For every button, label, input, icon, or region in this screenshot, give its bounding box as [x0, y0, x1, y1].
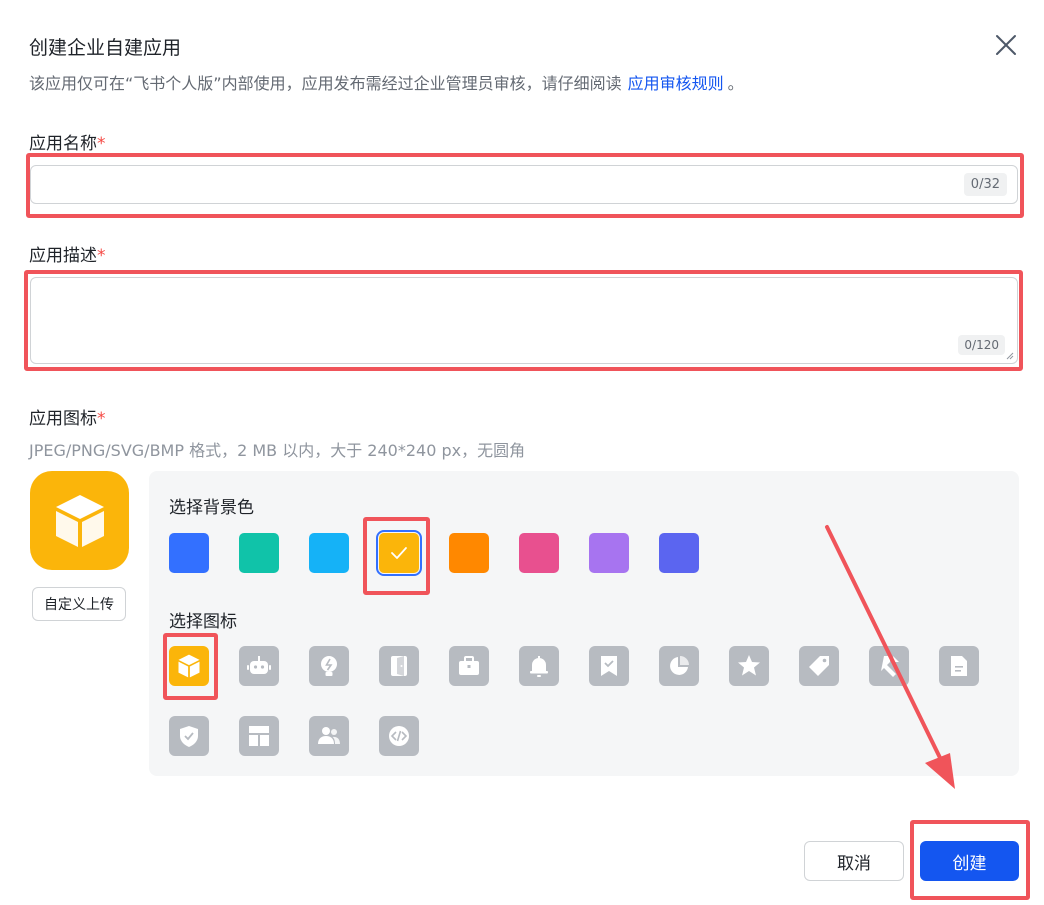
document-icon	[951, 656, 967, 676]
bulb-icon	[321, 656, 337, 676]
required-mark: *	[97, 134, 106, 154]
subtitle-text: 该应用仅可在“飞书个人版”内部使用，应用发布需经过企业管理员审核，请仔细阅读	[29, 74, 622, 93]
icon-option-cube[interactable]	[169, 646, 209, 686]
icon-option-bell[interactable]	[519, 646, 559, 686]
cube-icon	[178, 654, 200, 678]
icon-option-layout[interactable]	[239, 716, 279, 756]
icon-option-pie-chart[interactable]	[659, 646, 699, 686]
color-swatch-indigo[interactable]	[659, 533, 699, 573]
custom-upload-button[interactable]: 自定义上传	[32, 587, 126, 621]
icon-picker-panel	[149, 471, 1019, 776]
icon-option-bookmark-check[interactable]	[589, 646, 629, 686]
resize-handle-icon[interactable]	[1006, 352, 1014, 360]
app-icon-label-text: 应用图标	[29, 409, 97, 429]
color-swatch-purple[interactable]	[589, 533, 629, 573]
app-name-counter: 0/32	[963, 173, 1007, 196]
icon-option-users[interactable]	[309, 716, 349, 756]
color-swatch-orange[interactable]	[449, 533, 489, 573]
required-mark: *	[97, 409, 106, 429]
cancel-button[interactable]: 取消	[804, 841, 904, 881]
dialog-subtitle: 该应用仅可在“飞书个人版”内部使用，应用发布需经过企业管理员审核，请仔细阅读 应用…	[29, 70, 744, 94]
color-swatch-blue[interactable]	[169, 533, 209, 573]
code-icon	[389, 726, 409, 746]
bg-color-section-label: 选择背景色	[169, 498, 254, 518]
color-swatch-sky[interactable]	[309, 533, 349, 573]
door-icon	[391, 656, 407, 676]
dialog-title: 创建企业自建应用	[29, 37, 182, 59]
icon-option-code[interactable]	[379, 716, 419, 756]
shield-check-icon	[180, 726, 198, 747]
star-badge-icon	[738, 655, 760, 676]
icon-option-tool[interactable]	[869, 646, 909, 686]
tool-icon	[881, 656, 899, 677]
required-mark: *	[97, 246, 106, 266]
create-button[interactable]: 创建	[920, 841, 1019, 881]
check-icon	[391, 547, 407, 559]
icon-section-label: 选择图标	[169, 612, 237, 632]
icon-option-tag[interactable]	[799, 646, 839, 686]
app-desc-textarea[interactable]: 0/120	[30, 277, 1018, 364]
icon-option-bulb[interactable]	[309, 646, 349, 686]
close-icon[interactable]	[993, 32, 1019, 58]
app-icon-label: 应用图标*	[29, 404, 106, 429]
icon-option-robot[interactable]	[239, 646, 279, 686]
icon-preview	[30, 471, 129, 570]
layout-icon	[249, 726, 269, 746]
icon-option-briefcase[interactable]	[449, 646, 489, 686]
color-swatch-teal[interactable]	[239, 533, 279, 573]
subtitle-tail: 。	[727, 74, 744, 93]
create-app-dialog: 创建企业自建应用 该应用仅可在“飞书个人版”内部使用，应用发布需经过企业管理员审…	[0, 0, 1044, 905]
briefcase-icon	[459, 656, 479, 675]
icon-option-shield-check[interactable]	[169, 716, 209, 756]
color-swatch-yellow[interactable]	[376, 530, 422, 576]
pie-chart-icon	[670, 656, 689, 675]
color-swatch-pink[interactable]	[519, 533, 559, 573]
app-name-label: 应用名称*	[29, 129, 106, 154]
app-name-label-text: 应用名称	[29, 134, 97, 154]
app-desc-counter: 0/120	[958, 335, 1005, 355]
icon-option-star-badge[interactable]	[729, 646, 769, 686]
bookmark-check-icon	[601, 656, 617, 676]
app-name-input[interactable]: 0/32	[30, 165, 1018, 204]
bell-icon	[530, 656, 548, 677]
review-rules-link[interactable]: 应用审核规则	[628, 74, 724, 93]
app-desc-label-text: 应用描述	[29, 246, 97, 266]
icon-format-hint: JPEG/PNG/SVG/BMP 格式，2 MB 以内，大于 240*240 p…	[29, 441, 526, 460]
icon-option-document[interactable]	[939, 646, 979, 686]
app-desc-label: 应用描述*	[29, 241, 106, 266]
users-icon	[318, 727, 340, 744]
tag-icon	[809, 656, 829, 676]
icon-option-door[interactable]	[379, 646, 419, 686]
robot-icon	[247, 656, 271, 674]
cube-icon	[55, 494, 104, 547]
